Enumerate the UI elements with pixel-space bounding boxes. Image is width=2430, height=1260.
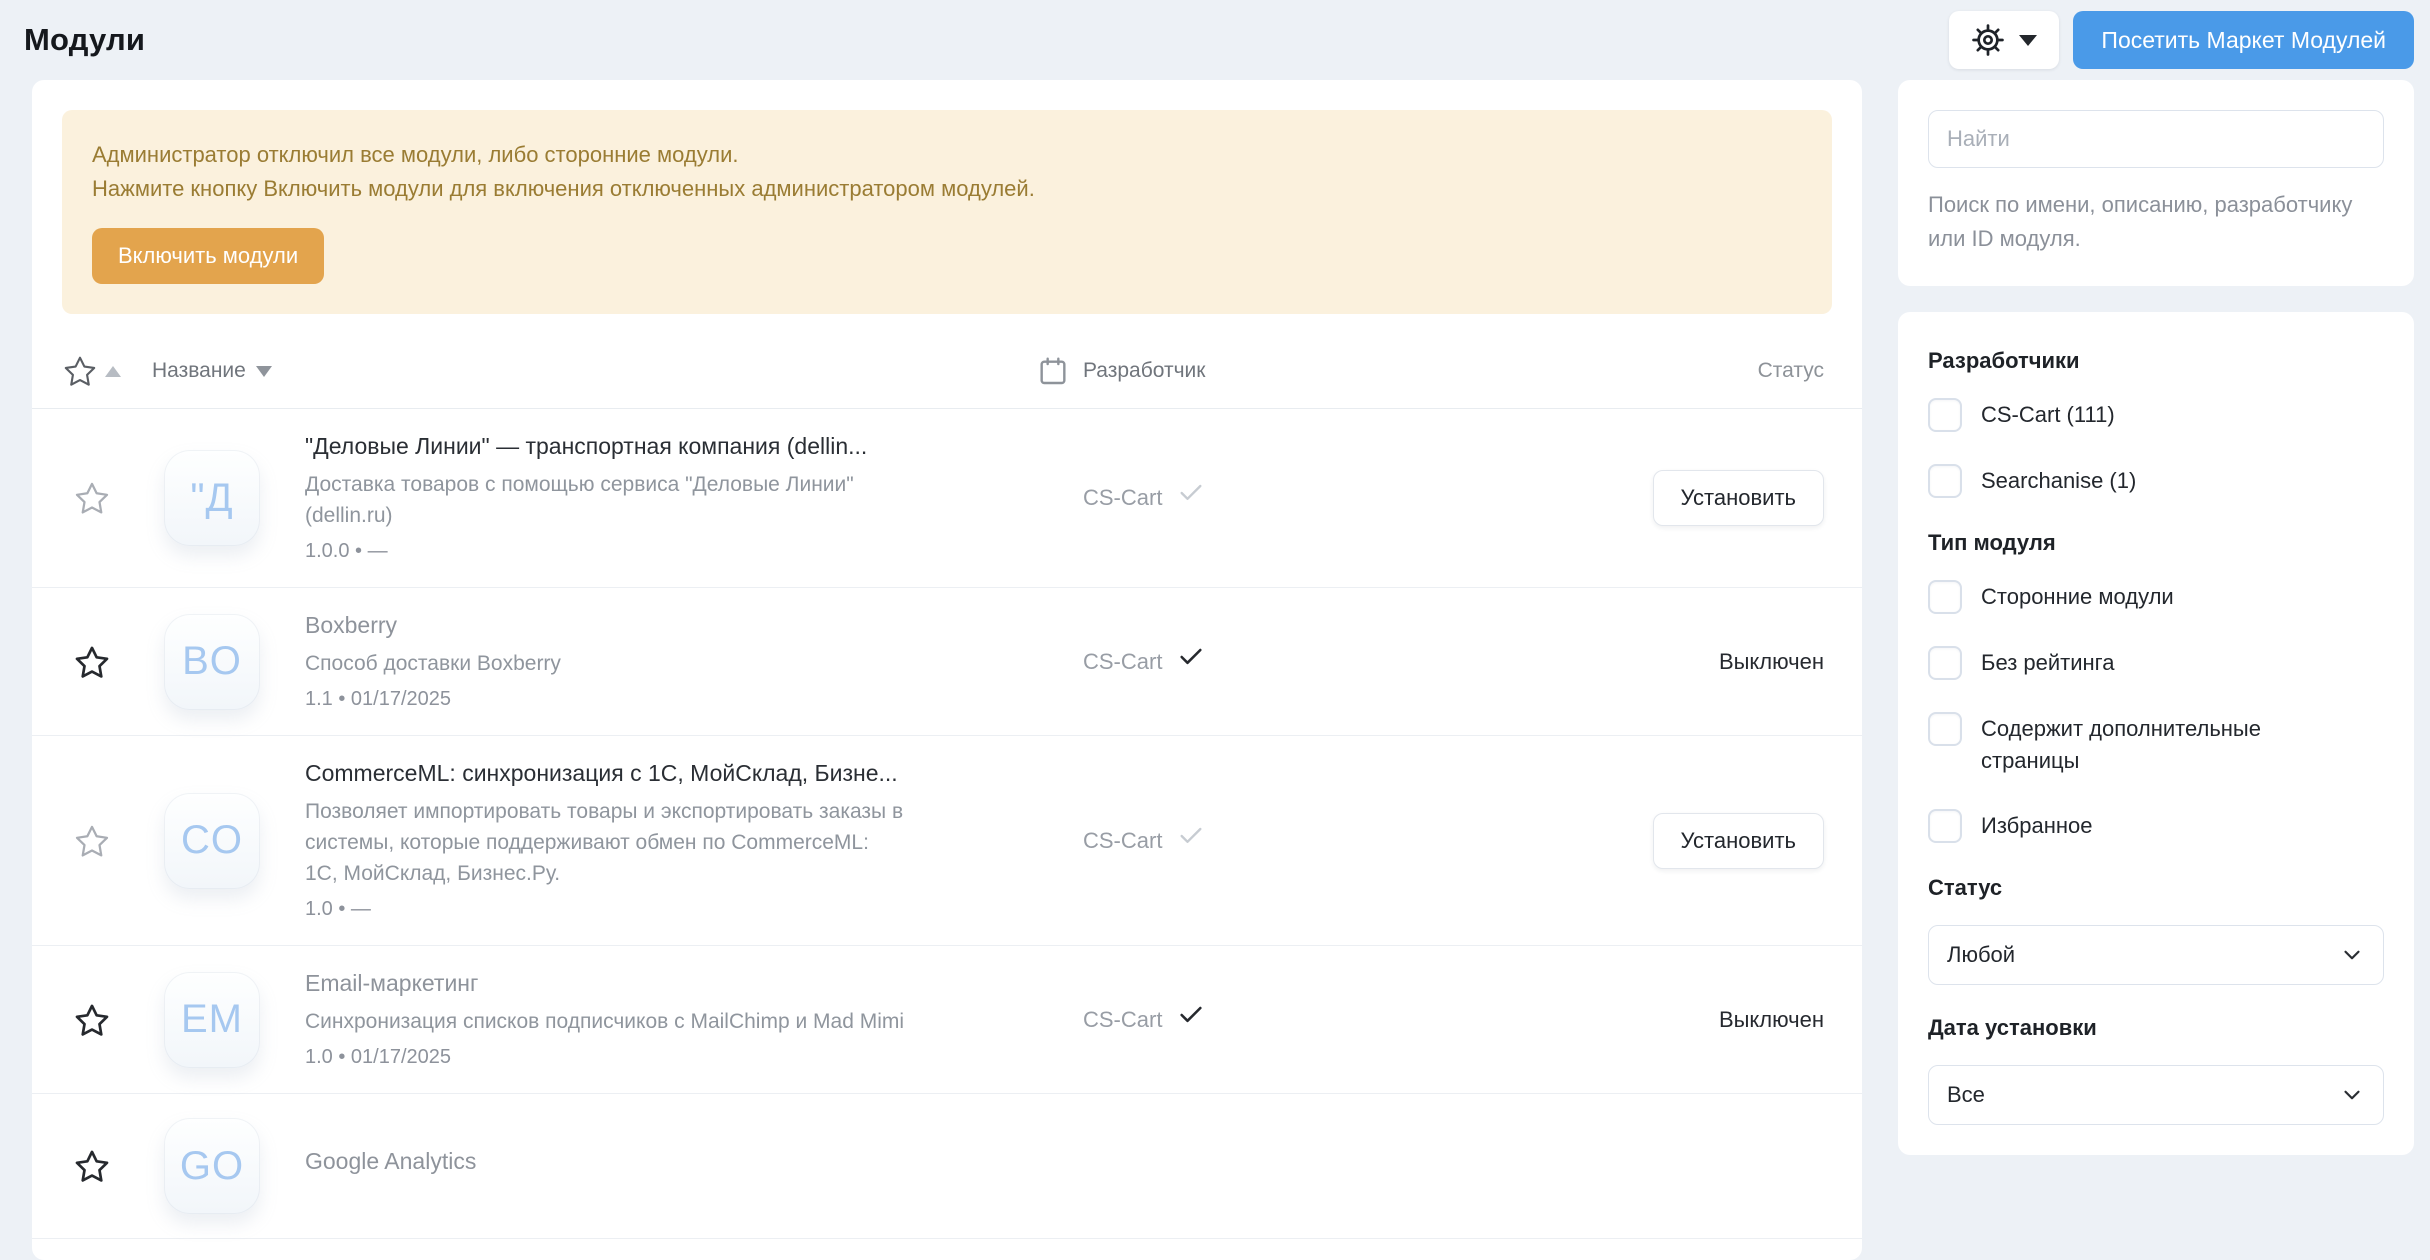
checkbox-label: CS-Cart (111) xyxy=(1981,398,2115,431)
module-description: Синхронизация списков подписчиков с Mail… xyxy=(305,1006,905,1037)
status-badge: Выключен xyxy=(1719,649,1824,675)
module-version: 1.0 • — xyxy=(305,898,1083,921)
module-avatar: BO xyxy=(164,614,260,710)
topbar: Модули Посетить Маркет Модулей xyxy=(0,0,2430,80)
checkbox-label: Содержит дополнительные страницы xyxy=(1981,712,2311,777)
favorite-star-icon[interactable] xyxy=(32,480,152,516)
search-card: Поиск по имени, описанию, разработчику и… xyxy=(1898,80,2414,286)
module-version: 1.1 • 01/17/2025 xyxy=(305,688,1083,711)
checkbox-icon[interactable] xyxy=(1928,646,1962,680)
filter-developer-searchanise[interactable]: Searchanise (1) xyxy=(1928,464,2384,498)
module-description: Доставка товаров с помощью сервиса "Дело… xyxy=(305,469,905,531)
checkbox-label: Сторонние модули xyxy=(1981,580,2174,613)
filter-developer-cscart[interactable]: CS-Cart (111) xyxy=(1928,398,2384,432)
module-developer: CS-Cart xyxy=(1083,649,1162,675)
table-header: Название Разработчик Статус xyxy=(32,334,1862,409)
status-select-value: Любой xyxy=(1947,942,2015,968)
checkbox-label: Избранное xyxy=(1981,809,2093,842)
filter-type-has-pages[interactable]: Содержит дополнительные страницы xyxy=(1928,712,2384,777)
filter-title-developers: Разработчики xyxy=(1928,348,2384,374)
search-hint: Поиск по имени, описанию, разработчику и… xyxy=(1928,188,2384,256)
sort-asc-icon xyxy=(105,366,121,377)
sort-desc-icon xyxy=(256,366,272,377)
module-title: CommerceML: синхронизация с 1С, МойСклад… xyxy=(305,760,1083,787)
enable-modules-button[interactable]: Включить модули xyxy=(92,228,324,284)
module-developer: CS-Cart xyxy=(1083,828,1162,854)
admin-warning-banner: Администратор отключил все модули, либо … xyxy=(62,110,1832,314)
sidebar: Поиск по имени, описанию, разработчику и… xyxy=(1898,80,2414,1155)
module-title: Email-маркетинг xyxy=(305,970,1083,997)
search-input[interactable] xyxy=(1928,110,2384,168)
module-row: BO Boxberry Способ доставки Boxberry 1.1… xyxy=(32,588,1862,736)
name-header-label: Название xyxy=(152,359,246,383)
check-icon xyxy=(1177,1001,1205,1029)
page-title: Модули xyxy=(24,22,145,58)
filters-card: Разработчики CS-Cart (111) Searchanise (… xyxy=(1898,312,2414,1155)
module-row: CO CommerceML: синхронизация с 1С, МойСк… xyxy=(32,736,1862,946)
module-version: 1.0.0 • — xyxy=(305,540,1083,563)
favorite-star-icon[interactable] xyxy=(32,644,152,680)
filter-title-status: Статус xyxy=(1928,875,2384,901)
install-date-select[interactable]: Все xyxy=(1928,1065,2384,1125)
check-icon xyxy=(1177,643,1205,671)
sort-by-favorite[interactable] xyxy=(32,354,152,388)
check-icon xyxy=(1177,822,1205,850)
module-avatar: CO xyxy=(164,793,260,889)
checkbox-icon[interactable] xyxy=(1928,712,1962,746)
module-description: Позволяет импортировать товары и экспорт… xyxy=(305,796,905,889)
module-version: 1.0 • 01/17/2025 xyxy=(305,1046,1083,1069)
module-title: Google Analytics xyxy=(305,1148,1083,1175)
filter-type-no-rating[interactable]: Без рейтинга xyxy=(1928,646,2384,680)
module-row: "Д "Деловые Линии" — транспортная компан… xyxy=(32,409,1862,588)
column-header-name[interactable]: Название xyxy=(152,355,1083,387)
gear-icon xyxy=(1971,23,2005,57)
module-avatar: "Д xyxy=(164,450,260,546)
chevron-down-icon xyxy=(2339,942,2365,968)
chevron-down-icon xyxy=(2339,1082,2365,1108)
module-avatar: GO xyxy=(164,1118,260,1214)
module-row: EM Email-маркетинг Синхронизация списков… xyxy=(32,946,1862,1094)
star-icon xyxy=(63,354,97,388)
checkbox-icon[interactable] xyxy=(1928,464,1962,498)
module-title: "Деловые Линии" — транспортная компания … xyxy=(305,433,1083,460)
module-developer: CS-Cart xyxy=(1083,485,1162,511)
install-button[interactable]: Установить xyxy=(1653,813,1824,869)
topbar-actions: Посетить Маркет Модулей xyxy=(1949,11,2414,69)
module-title: Boxberry xyxy=(305,612,1083,639)
modules-panel: Администратор отключил все модули, либо … xyxy=(32,80,1862,1260)
chevron-down-icon xyxy=(2019,35,2037,46)
module-avatar: EM xyxy=(164,972,260,1068)
calendar-icon[interactable] xyxy=(1037,355,1069,387)
install-button[interactable]: Установить xyxy=(1653,470,1824,526)
favorite-star-icon[interactable] xyxy=(32,1148,152,1184)
warning-line-1: Администратор отключил все модули, либо … xyxy=(92,138,1802,172)
checkbox-label: Searchanise (1) xyxy=(1981,464,2136,497)
status-badge: Выключен xyxy=(1719,1007,1824,1033)
favorite-star-icon[interactable] xyxy=(32,823,152,859)
warning-line-2: Нажмите кнопку Включить модули для включ… xyxy=(92,172,1802,206)
check-icon xyxy=(1177,479,1205,507)
checkbox-icon[interactable] xyxy=(1928,398,1962,432)
checkbox-icon[interactable] xyxy=(1928,580,1962,614)
module-description: Способ доставки Boxberry xyxy=(305,648,905,679)
column-header-developer: Разработчик xyxy=(1083,359,1383,383)
settings-dropdown-button[interactable] xyxy=(1949,11,2059,69)
filter-title-module-type: Тип модуля xyxy=(1928,530,2384,556)
visit-addon-market-button[interactable]: Посетить Маркет Модулей xyxy=(2073,11,2414,69)
status-select[interactable]: Любой xyxy=(1928,925,2384,985)
install-date-select-value: Все xyxy=(1947,1082,1985,1108)
checkbox-icon[interactable] xyxy=(1928,809,1962,843)
filter-type-third-party[interactable]: Сторонние модули xyxy=(1928,580,2384,614)
column-header-status: Статус xyxy=(1383,359,1824,383)
favorite-star-icon[interactable] xyxy=(32,1002,152,1038)
module-row: GO Google Analytics xyxy=(32,1094,1862,1239)
filter-title-install-date: Дата установки xyxy=(1928,1015,2384,1041)
module-developer: CS-Cart xyxy=(1083,1007,1162,1033)
filter-type-favorites[interactable]: Избранное xyxy=(1928,809,2384,843)
checkbox-label: Без рейтинга xyxy=(1981,646,2114,679)
